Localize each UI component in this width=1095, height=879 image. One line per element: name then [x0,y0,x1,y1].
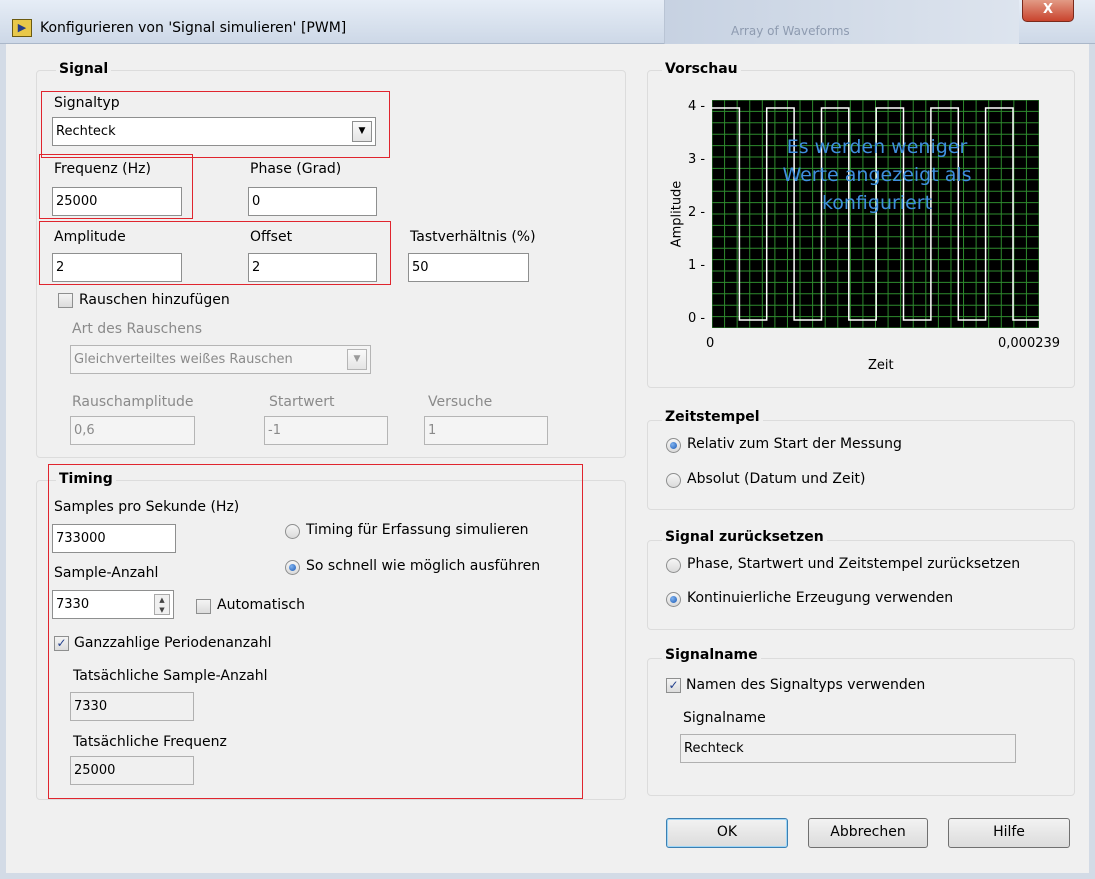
samples-input[interactable]: 733000 [52,524,176,553]
phase-label: Phase (Grad) [250,161,342,177]
zeitstempel-group-title: Zeitstempel [662,409,763,425]
amplitude-label: Amplitude [54,229,126,245]
spin-up-icon[interactable]: ▲ [155,595,169,605]
use-type-name-label: Namen des Signaltyps verwenden [686,677,926,693]
radio-absolut[interactable] [666,473,681,488]
x-tick-label-start: 0 [706,336,715,351]
spinner[interactable]: ▲ ▼ [154,594,170,615]
amplitude-input[interactable]: 2 [52,253,182,282]
phase-input[interactable]: 0 [248,187,377,216]
anzahl-label: Sample-Anzahl [54,565,159,581]
radio-timing-simulieren-label: Timing für Erfassung simulieren [306,522,529,538]
startwert-label: Startwert [269,394,335,410]
startwert-input: -1 [264,416,388,445]
y-tick-label: 2 - [688,205,706,220]
zeitstempel-group [647,420,1075,510]
signalname-label: Signalname [683,710,766,726]
tats-freq-label: Tatsächliche Frequenz [73,734,227,750]
y-tick-label: 0 - [688,311,706,326]
ok-button[interactable]: OK [666,818,788,848]
signaltyp-select[interactable]: Rechteck ▼ [52,117,376,146]
background-window-text: Array of Waveforms [731,24,850,38]
tats-anzahl-label: Tatsächliche Sample-Anzahl [73,668,268,684]
signaltyp-value: Rechteck [56,124,116,139]
x-tick-label-end: 0,000239 [998,336,1061,351]
window-title: Konfigurieren von 'Signal simulieren' [P… [40,20,347,36]
y-tick-label: 4 - [688,99,706,114]
rauschen-label: Rauschen hinzufügen [79,292,230,308]
radio-kontinuierlich-label: Kontinuierliche Erzeugung verwenden [687,590,954,606]
y-axis-label: Amplitude [669,180,685,248]
rauschamplitude-label: Rauschamplitude [72,394,194,410]
frequenz-input[interactable]: 25000 [52,187,182,216]
reset-group [647,540,1075,630]
frequenz-label: Frequenz (Hz) [54,161,151,177]
samples-label: Samples pro Sekunde (Hz) [54,499,240,515]
reset-group-title: Signal zurücksetzen [662,529,827,545]
signalname-group-title: Signalname [662,647,761,663]
spin-down-icon[interactable]: ▼ [155,605,169,615]
hilfe-button[interactable]: Hilfe [948,818,1070,848]
radio-relativ[interactable] [666,438,681,453]
signal-group-title: Signal [56,61,112,77]
y-tick-label: 1 - [688,258,706,273]
close-button[interactable]: X [1022,0,1074,22]
radio-so-schnell-label: So schnell wie möglich ausführen [306,558,541,574]
signalname-field: Rechteck [680,734,1016,763]
tats-freq-field: 25000 [70,756,194,785]
radio-phase-reset[interactable] [666,558,681,573]
art-select: Gleichverteiltes weißes Rauschen ▼ [70,345,371,374]
radio-timing-simulieren[interactable] [285,524,300,539]
offset-label: Offset [250,229,293,245]
tastverhaeltnis-input[interactable]: 50 [408,253,529,282]
background-window: Array of Waveforms [664,0,1019,44]
radio-kontinuierlich[interactable] [666,592,681,607]
radio-absolut-label: Absolut (Datum und Zeit) [687,471,866,487]
anzahl-input[interactable]: 7330 ▲ ▼ [52,590,174,619]
abbrechen-button[interactable]: Abbrechen [808,818,928,848]
preview-chart: Es werden weniger Werte angezeigt als ko… [711,99,1040,329]
offset-input[interactable]: 2 [248,253,377,282]
tats-anzahl-field: 7330 [70,692,194,721]
ganzzahlig-checkbox[interactable]: ✓ [54,636,69,651]
anzahl-value: 7330 [56,597,90,612]
radio-so-schnell[interactable] [285,560,300,575]
versuche-input: 1 [424,416,548,445]
radio-phase-reset-label: Phase, Startwert und Zeitstempel zurücks… [687,556,1021,572]
chevron-down-icon[interactable]: ▼ [352,121,372,142]
automatisch-label: Automatisch [217,597,305,613]
automatisch-checkbox[interactable] [196,599,211,614]
tastverhaeltnis-label: Tastverhältnis (%) [410,229,536,245]
use-type-name-checkbox[interactable]: ✓ [666,678,681,693]
preview-overlay-text: Es werden weniger Werte angezeigt als ko… [782,136,972,214]
y-tick-label: 3 - [688,152,706,167]
art-value: Gleichverteiltes weißes Rauschen [74,352,293,367]
rauschamplitude-input: 0,6 [70,416,195,445]
timing-group-title: Timing [56,471,116,487]
x-axis-label: Zeit [868,358,894,373]
vorschau-group-title: Vorschau [662,61,741,77]
dialog-client: Signal Signaltyp Rechteck ▼ Frequenz (Hz… [6,44,1089,873]
title-bar: ▶ Konfigurieren von 'Signal simulieren' … [0,0,1095,44]
signaltyp-label: Signaltyp [54,95,120,111]
app-icon: ▶ [12,19,32,37]
ganzzahlig-label: Ganzzahlige Periodenanzahl [74,635,272,651]
art-label: Art des Rauschens [72,321,203,337]
radio-relativ-label: Relativ zum Start der Messung [687,436,902,452]
versuche-label: Versuche [428,394,493,410]
rauschen-checkbox[interactable] [58,293,73,308]
chevron-down-icon: ▼ [347,349,367,370]
